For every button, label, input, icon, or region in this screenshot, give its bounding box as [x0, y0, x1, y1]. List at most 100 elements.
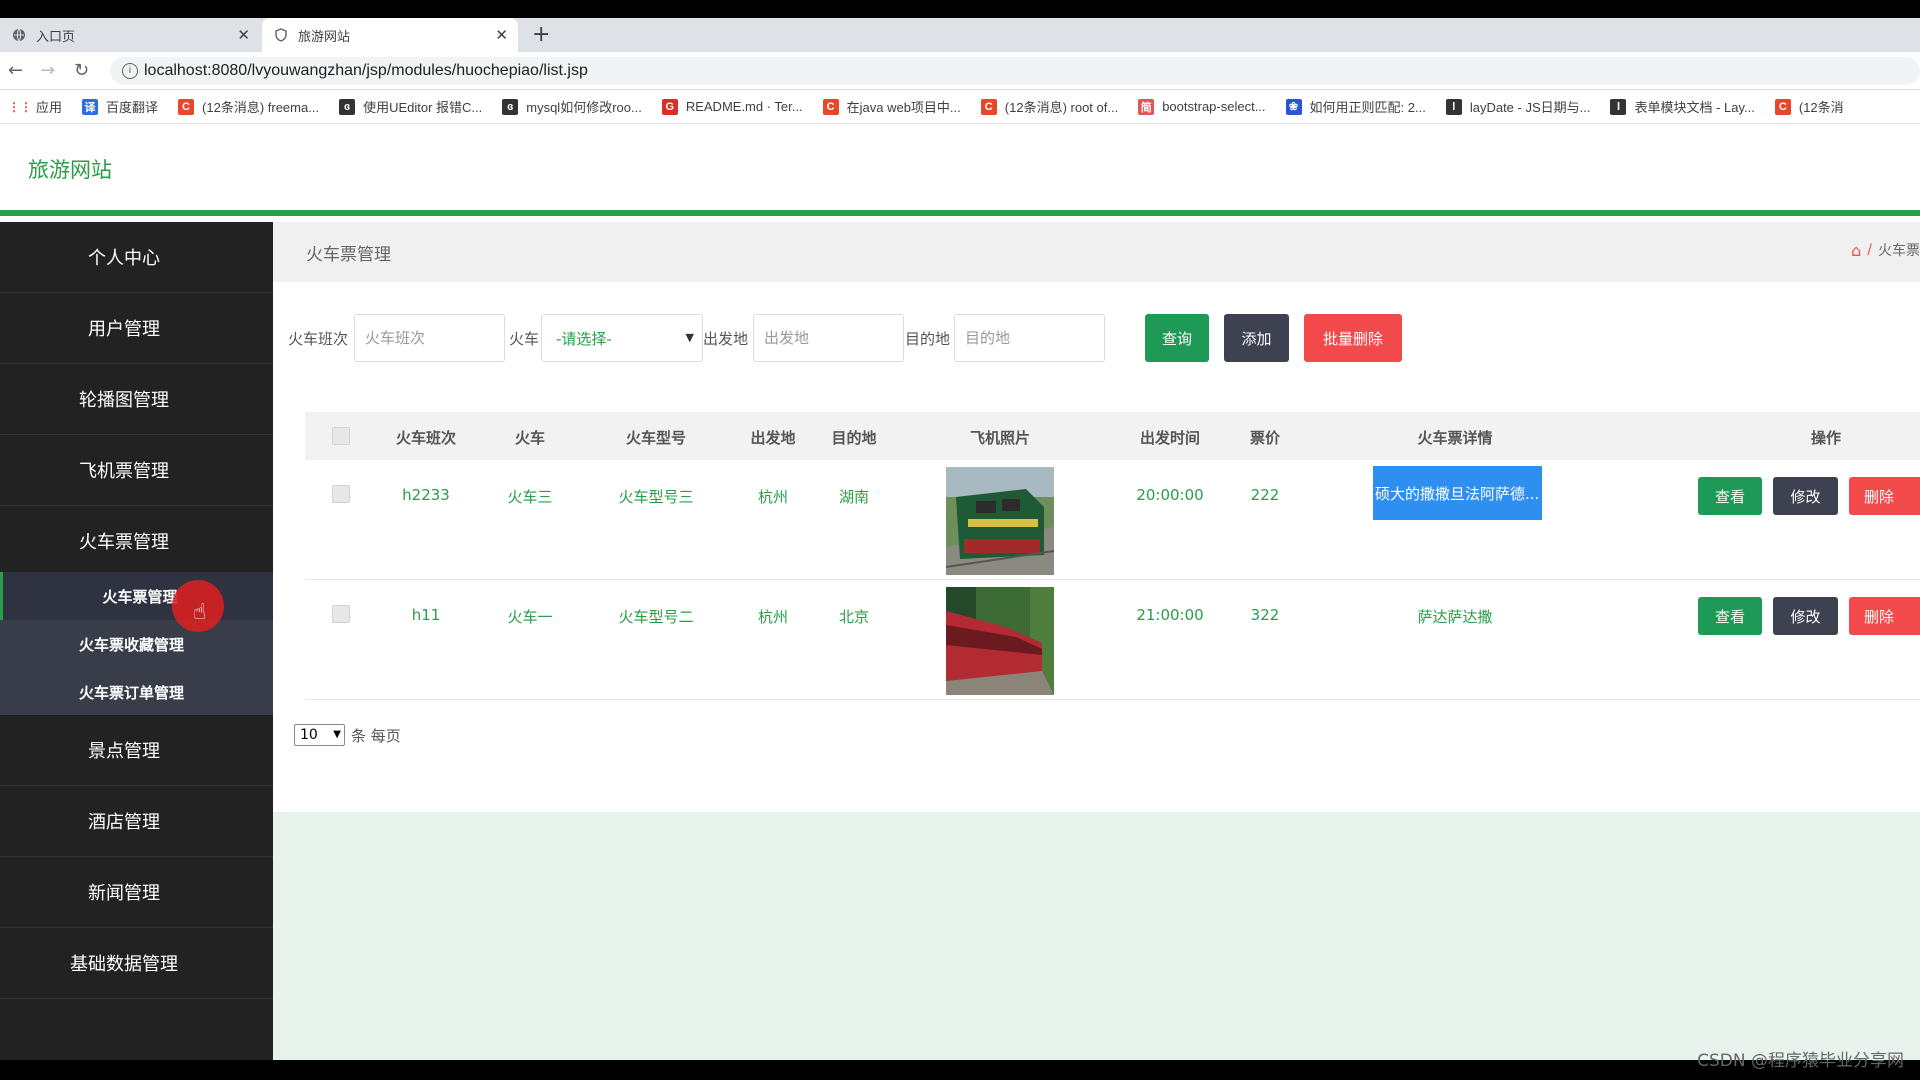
bookmark-item[interactable]: 译百度翻译 [82, 97, 158, 116]
cell-model: 火车型号二 [618, 608, 694, 626]
bookmark-label: bootstrap-select... [1162, 99, 1266, 114]
sidebar-item-carousel[interactable]: 轮播图管理 [0, 364, 273, 435]
tab-label: 旅游网站 [298, 29, 351, 45]
cell-from: 杭州 [757, 488, 789, 506]
info-icon[interactable]: i [122, 63, 138, 79]
submenu-item-train-ticket-manage[interactable]: 火车票管理 [0, 572, 273, 620]
bookmark-item[interactable]: C (12条消 [1774, 97, 1844, 116]
sidebar-item-hotels[interactable]: 酒店管理 [0, 786, 273, 857]
per-page-label: 条 每页 [351, 726, 401, 745]
breadcrumb: ⌂ / 火车票 [1851, 240, 1920, 260]
site-title[interactable]: 旅游网站 [28, 154, 112, 184]
bookmark-label: (12条消息) freema... [202, 100, 320, 115]
tab-entry[interactable]: 入口页 ✕ [0, 18, 260, 52]
apps-grid-icon: ⋮⋮ [8, 99, 32, 114]
sidebar-item-base-data[interactable]: 基础数据管理 [0, 928, 273, 999]
bookmark-item[interactable]: C (12条消息) root of... [980, 97, 1118, 116]
col-from: 出发地 [750, 429, 796, 447]
bookmark-label: 百度翻译 [106, 100, 159, 115]
bookmark-favicon-icon: 简 [1138, 98, 1155, 115]
reload-icon[interactable]: ↻ [74, 60, 89, 81]
table-header: 火车班次 火车 火车型号 出发地 目的地 飞机照片 出发时间 票价 火车票详情 … [305, 412, 1920, 460]
bookmark-item[interactable]: l layDate - JS日期与... [1445, 97, 1590, 116]
select-all-checkbox[interactable] [332, 427, 350, 445]
bookmark-item[interactable]: ❀ 如何用正则匹配: 2... [1285, 97, 1426, 116]
bookmark-item[interactable]: l 表单模块文档 - Lay... [1610, 97, 1755, 116]
bookmark-item[interactable]: 简 bootstrap-select... [1138, 98, 1266, 115]
back-arrow-icon[interactable]: ← [8, 60, 23, 81]
sidebar-item-label: 个人中心 [88, 248, 160, 269]
train-photo [946, 587, 1054, 695]
edit-button[interactable]: 修改 [1773, 477, 1838, 515]
add-button[interactable]: 添加 [1224, 314, 1289, 362]
breadcrumb-separator: / [1867, 242, 1872, 258]
delete-button[interactable]: 删除 [1849, 477, 1920, 515]
sidebar: 个人中心 用户管理 轮播图管理 飞机票管理 火车票管理 火车票管理 火车票收藏管… [0, 222, 273, 1060]
row-checkbox[interactable] [332, 485, 350, 503]
train-select[interactable]: -请选择- ▼ [541, 314, 703, 362]
breadcrumb-current[interactable]: 火车票 [1878, 240, 1920, 260]
bookmark-item[interactable]: ⋮⋮ 应用 [8, 97, 62, 116]
sidebar-item-label: 新闻管理 [88, 883, 160, 904]
row-checkbox[interactable] [332, 605, 350, 623]
banci-input[interactable] [354, 314, 505, 362]
cell-train: 火车一 [507, 608, 553, 626]
sidebar-item-label: 轮播图管理 [79, 390, 169, 411]
cell-to: 湖南 [838, 488, 870, 506]
chevron-down-icon: ▼ [333, 729, 341, 740]
tab-active[interactable]: 旅游网站 ✕ [262, 18, 518, 52]
sidebar-item-news[interactable]: 新闻管理 [0, 857, 273, 928]
tab-label: 入口页 [36, 29, 76, 45]
sidebar-item-train-tickets[interactable]: 火车票管理 [0, 506, 273, 577]
sidebar-item-label: 景点管理 [88, 741, 160, 762]
hand-cursor-icon: ☝ [193, 600, 207, 625]
content-panel: 火车票管理 ⌂ / 火车票 火车班次 火车 -请选择- ▼ 出发地 目的地 查询… [273, 222, 1920, 812]
bookmark-favicon-icon: G [661, 98, 678, 115]
cell-time: 21:00:00 [1136, 606, 1204, 624]
bookmark-item[interactable]: G README.md · Ter... [661, 98, 803, 115]
edit-button[interactable]: 修改 [1773, 597, 1838, 635]
close-icon[interactable]: ✕ [237, 26, 250, 44]
col-ops: 操作 [1810, 429, 1842, 447]
batch-delete-button[interactable]: 批量删除 [1304, 314, 1402, 362]
cell-detail[interactable]: 萨达萨达撒 [1417, 606, 1492, 627]
page-size-select[interactable]: 10 ▼ [294, 724, 345, 746]
page-title: 火车票管理 [306, 245, 391, 265]
from-input[interactable] [753, 314, 904, 362]
sidebar-item-flight-tickets[interactable]: 飞机票管理 [0, 435, 273, 506]
bookmark-item[interactable]: ɞ mysql如何修改roo... [502, 97, 642, 116]
sidebar-item-label: 火车票管理 [79, 532, 169, 553]
cell-train: 火车三 [507, 488, 553, 506]
bookmark-label: mysql如何修改roo... [526, 100, 642, 115]
cell-to: 北京 [838, 608, 870, 626]
submenu-item-train-orders[interactable]: 火车票订单管理 [0, 668, 273, 716]
sidebar-item-label: 基础数据管理 [70, 954, 178, 975]
banci-label: 火车班次 [288, 330, 349, 348]
submenu-item-label: 火车票订单管理 [78, 683, 184, 702]
url-input[interactable]: i localhost:8080/lvyouwangzhan/jsp/modul… [110, 57, 1920, 85]
bookmark-item[interactable]: C (12条消息) freema... [178, 97, 319, 116]
to-label: 目的地 [905, 330, 951, 348]
to-input[interactable] [954, 314, 1105, 362]
delete-button[interactable]: 删除 [1849, 597, 1920, 635]
sidebar-item-scenic-spots[interactable]: 景点管理 [0, 715, 273, 786]
col-train: 火车 [514, 429, 546, 447]
url-text: localhost:8080/lvyouwangzhan/jsp/modules… [144, 62, 588, 79]
sidebar-item-personal-center[interactable]: 个人中心 [0, 222, 273, 293]
col-to: 目的地 [831, 429, 877, 447]
site-header: 旅游网站 [0, 124, 1920, 216]
new-tab-plus-icon[interactable]: + [532, 22, 550, 47]
sidebar-item-label: 酒店管理 [88, 812, 160, 833]
forward-arrow-icon[interactable]: → [40, 60, 55, 81]
view-button[interactable]: 查看 [1698, 477, 1762, 515]
close-icon[interactable]: ✕ [495, 26, 508, 44]
sidebar-item-users[interactable]: 用户管理 [0, 293, 273, 364]
view-button[interactable]: 查看 [1698, 597, 1762, 635]
home-icon[interactable]: ⌂ [1851, 241, 1861, 260]
search-button[interactable]: 查询 [1145, 314, 1209, 362]
bookmark-item[interactable]: ɞ 使用UEditor 报错C... [339, 97, 482, 116]
bookmark-item[interactable]: C 在java web项目中... [822, 97, 961, 116]
bookmark-favicon-icon: ❀ [1285, 98, 1302, 115]
submenu-item-train-favorites[interactable]: 火车票收藏管理 [0, 620, 273, 668]
cell-detail[interactable]: 硕大的撒撒旦法阿萨德... [1373, 466, 1542, 520]
